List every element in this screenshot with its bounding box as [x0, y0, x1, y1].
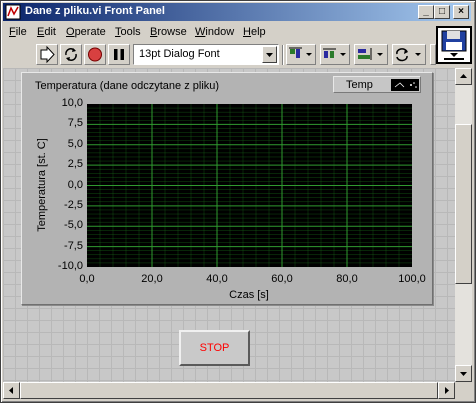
scroll-left-button[interactable]	[3, 382, 20, 399]
arrow-up-icon	[460, 74, 467, 78]
arrow-down-icon	[460, 372, 467, 376]
y-tick-label: -10,0	[57, 260, 83, 272]
run-button[interactable]	[36, 44, 58, 65]
menu-file[interactable]: File	[9, 26, 27, 38]
x-axis-label: Czas [s]	[229, 289, 269, 301]
horizontal-scrollbar[interactable]	[3, 382, 455, 399]
x-tick-label: 0,0	[79, 273, 95, 285]
y-tick-label: 7,5	[67, 117, 83, 130]
stop-button[interactable]: STOP	[179, 330, 250, 366]
resize-icon	[358, 48, 383, 60]
run-continuously-icon	[65, 48, 77, 61]
reorder-button[interactable]	[392, 44, 426, 65]
horizontal-scroll-thumb[interactable]	[20, 382, 438, 399]
x-tick-label: 100,0	[398, 273, 426, 285]
menu-edit[interactable]: Edit	[37, 26, 56, 38]
reorder-icon	[396, 48, 421, 62]
scroll-up-button[interactable]	[455, 68, 472, 85]
align-icon	[289, 47, 312, 58]
abort-icon	[88, 47, 102, 62]
menu-operate[interactable]: Operate	[66, 26, 106, 38]
title-bar[interactable]: Dane z pliku.vi Front Panel _ □ ×	[3, 3, 471, 21]
stop-button-label: STOP	[199, 342, 230, 354]
floppy-disk-icon	[441, 30, 467, 60]
scrollbar-corner	[455, 382, 472, 399]
toolbar: 13pt Dialog Font	[3, 43, 436, 67]
vertical-scrollbar[interactable]	[455, 68, 472, 382]
pause-icon	[114, 49, 124, 60]
vertical-scroll-thumb[interactable]	[455, 124, 472, 284]
x-tick-label: 40,0	[206, 273, 228, 285]
abort-button[interactable]	[84, 44, 106, 65]
scroll-right-button[interactable]	[438, 382, 455, 399]
x-tick-label: 60,0	[271, 273, 293, 285]
font-select-value: 13pt Dialog Font	[139, 48, 220, 60]
menu-bar: File Edit Operate Tools Browse Window He…	[3, 24, 433, 42]
chevron-down-icon	[266, 53, 273, 57]
menu-help[interactable]: Help	[243, 26, 266, 38]
legend-label: Temp	[346, 79, 373, 91]
x-tick-label: 80,0	[336, 273, 358, 285]
close-button[interactable]: ×	[453, 5, 469, 19]
toolbar-separator	[282, 45, 284, 65]
arrow-right-icon	[445, 387, 449, 394]
plot-style-icon	[394, 82, 417, 88]
font-select[interactable]: 13pt Dialog Font	[133, 44, 279, 65]
font-select-arrow[interactable]	[262, 46, 277, 63]
legend-plot-swatch	[391, 79, 419, 91]
run-arrow-icon	[40, 45, 55, 64]
y-tick-label: -7,5	[64, 239, 83, 252]
minimize-button[interactable]: _	[418, 5, 434, 19]
plot-area[interactable]	[87, 104, 412, 267]
window-title: Dane z pliku.vi Front Panel	[25, 5, 165, 17]
arrow-left-icon	[9, 387, 13, 394]
menu-browse[interactable]: Browse	[150, 26, 187, 38]
menu-tools[interactable]: Tools	[115, 26, 141, 38]
run-continuously-button[interactable]	[60, 44, 82, 65]
menu-window[interactable]: Window	[195, 26, 234, 38]
maximize-button[interactable]: □	[434, 5, 450, 19]
plot-legend[interactable]: Temp	[333, 76, 421, 93]
align-objects-button[interactable]	[286, 44, 316, 65]
distribute-icon	[323, 48, 346, 58]
graph-title: Temperatura (dane odczytane z pliku)	[35, 80, 220, 92]
vi-connector-icon[interactable]	[436, 26, 472, 64]
resize-objects-button[interactable]	[354, 44, 388, 65]
y-tick-label: 10,0	[61, 97, 83, 109]
y-axis-label: Temperatura [st. C]	[36, 138, 48, 232]
distribute-objects-button[interactable]	[320, 44, 350, 65]
x-tick-label: 20,0	[141, 273, 163, 285]
labview-vi-icon	[5, 4, 21, 20]
scroll-down-button[interactable]	[455, 365, 472, 382]
pause-button[interactable]	[108, 44, 130, 65]
